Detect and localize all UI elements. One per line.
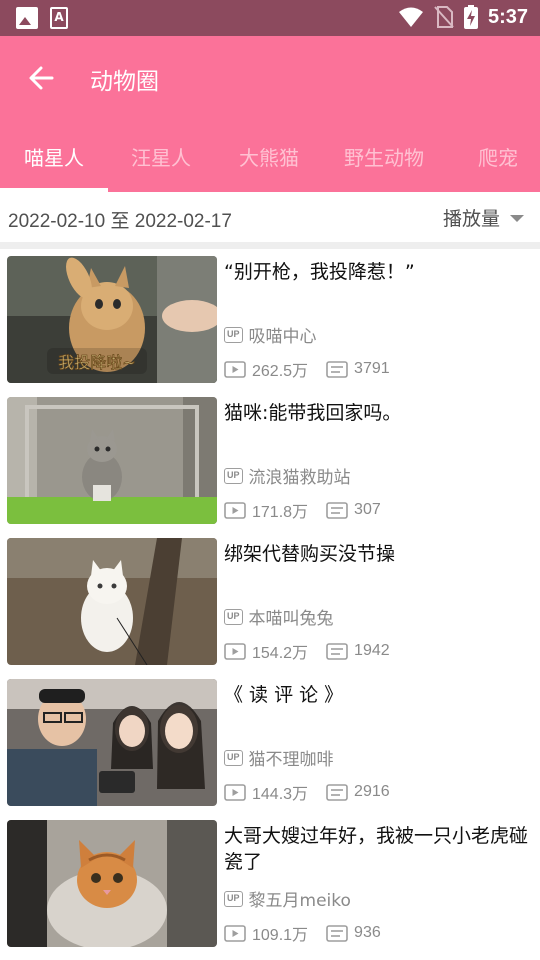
stats-row: 144.3万 2916 bbox=[224, 780, 408, 804]
danmaku-count: 2916 bbox=[354, 783, 390, 800]
caret-down-icon bbox=[510, 215, 524, 222]
video-thumbnail[interactable] bbox=[7, 820, 217, 947]
danmaku-count-icon bbox=[326, 501, 348, 519]
view-count: 262.5万 bbox=[252, 363, 309, 380]
danmaku-count-icon bbox=[326, 360, 348, 378]
list-item[interactable]: 绑架代替购买没节操 UP 本喵叫兔兔 154.2万 1942 bbox=[0, 531, 540, 672]
up-badge: UP bbox=[224, 608, 243, 625]
page-title: 动物圈 bbox=[90, 69, 159, 95]
video-title: 大哥大嫂过年好，我被一只小老虎碰瓷了 bbox=[224, 825, 529, 873]
play-count-icon bbox=[224, 501, 246, 519]
uploader-name: 吸喵中心 bbox=[248, 327, 317, 347]
status-bar: A 5:37 bbox=[0, 0, 540, 36]
play-count-icon bbox=[224, 924, 246, 942]
stats-row: 154.2万 1942 bbox=[224, 639, 408, 663]
play-count-icon bbox=[224, 360, 246, 378]
tab-pandas[interactable]: 大熊猫 bbox=[214, 140, 324, 192]
uploader-row[interactable]: UP 本喵叫兔兔 bbox=[224, 604, 334, 629]
a-notification-icon: A bbox=[50, 7, 68, 29]
cat-surrender-thumbnail: 我投降啦~ bbox=[7, 256, 217, 383]
stats-row: 109.1万 936 bbox=[224, 921, 399, 945]
image-notification-icon bbox=[16, 7, 38, 29]
white-cat-thumbnail bbox=[7, 538, 217, 665]
stats-row: 262.5万 3791 bbox=[224, 357, 408, 381]
play-count-icon bbox=[224, 642, 246, 660]
up-badge: UP bbox=[224, 326, 243, 343]
list-item[interactable]: 大哥大嫂过年好，我被一只小老虎碰瓷了 UP 黎五月meiko 109.1万 93… bbox=[0, 813, 540, 954]
video-thumbnail[interactable] bbox=[7, 679, 217, 806]
uploader-name: 流浪猫救助站 bbox=[248, 468, 351, 488]
uploader-name: 猫不理咖啡 bbox=[248, 750, 334, 770]
danmaku-count: 936 bbox=[354, 924, 381, 941]
category-tabs: 喵星人 汪星人 大熊猫 野生动物 爬宠 bbox=[0, 140, 540, 192]
danmaku-count: 3791 bbox=[354, 360, 390, 377]
battery-charging-icon bbox=[463, 5, 478, 29]
list-item[interactable]: 我投降啦~ “别开枪，我投降惹！” UP 吸喵中心 262.5万 3791 bbox=[0, 249, 540, 390]
divider bbox=[0, 242, 540, 249]
tab-dogs[interactable]: 汪星人 bbox=[108, 140, 214, 192]
uploader-row[interactable]: UP 流浪猫救助站 bbox=[224, 463, 351, 488]
video-thumbnail[interactable]: 我投降啦~ bbox=[7, 256, 217, 383]
sort-dropdown[interactable]: 播放量 bbox=[443, 204, 524, 231]
cat-in-cage-thumbnail bbox=[7, 397, 217, 524]
video-thumbnail[interactable] bbox=[7, 397, 217, 524]
orange-kitten-thumbnail bbox=[7, 820, 217, 947]
play-count-icon bbox=[224, 783, 246, 801]
up-badge: UP bbox=[224, 467, 243, 484]
people-reading-thumbnail bbox=[7, 679, 217, 806]
video-title: 猫咪:能带我回家吗。 bbox=[224, 402, 402, 424]
up-badge: UP bbox=[224, 749, 243, 766]
up-badge: UP bbox=[224, 890, 243, 907]
list-item[interactable]: 《 读 评 论 》 UP 猫不理咖啡 144.3万 2916 bbox=[0, 672, 540, 813]
view-count: 154.2万 bbox=[252, 645, 309, 662]
sort-label: 播放量 bbox=[442, 208, 500, 230]
danmaku-count-icon bbox=[326, 924, 348, 942]
back-button[interactable] bbox=[22, 58, 62, 98]
list-item[interactable]: 猫咪:能带我回家吗。 UP 流浪猫救助站 171.8万 307 bbox=[0, 390, 540, 531]
date-range[interactable]: 2022-02-10 至 2022-02-17 bbox=[8, 206, 232, 233]
status-indicators: 5:37 bbox=[398, 5, 528, 29]
tab-wildlife[interactable]: 野生动物 bbox=[324, 140, 444, 192]
video-thumbnail[interactable] bbox=[7, 538, 217, 665]
app-bar: 动物圈 喵星人 汪星人 大熊猫 野生动物 爬宠 bbox=[0, 36, 540, 192]
uploader-row[interactable]: UP 黎五月meiko bbox=[224, 886, 351, 911]
danmaku-count: 1942 bbox=[354, 642, 390, 659]
stats-row: 171.8万 307 bbox=[224, 498, 399, 522]
no-sim-icon bbox=[434, 6, 454, 28]
filter-bar: 2022-02-10 至 2022-02-17 播放量 bbox=[0, 192, 540, 244]
danmaku-count: 307 bbox=[354, 501, 381, 518]
thumbnail-caption: 我投降啦~ bbox=[58, 353, 135, 372]
wifi-icon bbox=[398, 7, 423, 27]
arrow-left-icon bbox=[29, 66, 54, 90]
uploader-row[interactable]: UP 猫不理咖啡 bbox=[224, 745, 334, 770]
tab-reptiles[interactable]: 爬宠 bbox=[456, 140, 540, 192]
uploader-name: 黎五月meiko bbox=[248, 891, 351, 911]
tab-cats[interactable]: 喵星人 bbox=[0, 140, 108, 192]
video-title: “别开枪，我投降惹！” bbox=[224, 261, 415, 283]
status-notifications: A bbox=[16, 7, 68, 29]
view-count: 171.8万 bbox=[252, 504, 309, 521]
uploader-name: 本喵叫兔兔 bbox=[248, 609, 334, 629]
uploader-row[interactable]: UP 吸喵中心 bbox=[224, 322, 317, 347]
view-count: 144.3万 bbox=[252, 786, 309, 803]
view-count: 109.1万 bbox=[252, 927, 309, 944]
video-title: 《 读 评 论 》 bbox=[224, 684, 344, 706]
danmaku-count-icon bbox=[326, 642, 348, 660]
video-title: 绑架代替购买没节操 bbox=[224, 543, 396, 565]
clock: 5:37 bbox=[487, 5, 528, 28]
danmaku-count-icon bbox=[326, 783, 348, 801]
